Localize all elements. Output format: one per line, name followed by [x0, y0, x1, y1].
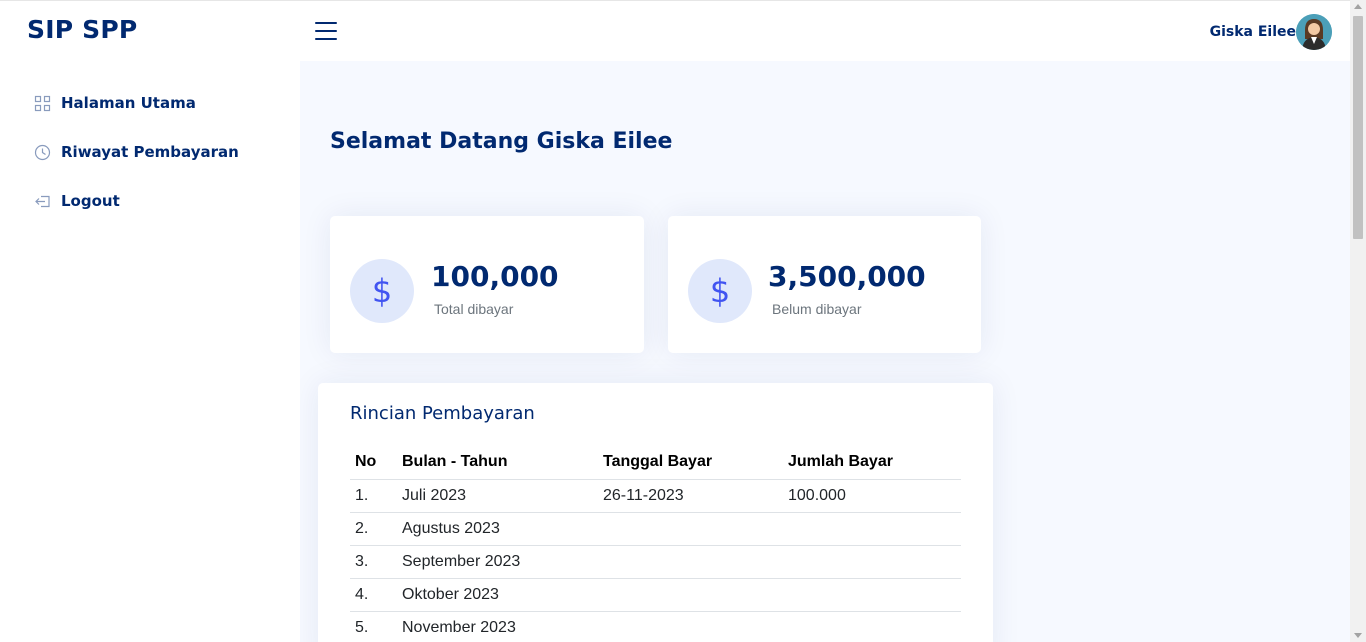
- unpaid-label: Belum dibayar: [772, 301, 862, 317]
- dollar-icon: $: [350, 259, 414, 323]
- page-title: Selamat Datang Giska Eilee: [330, 129, 673, 154]
- table-cell: [598, 578, 783, 612]
- payment-table: No Bulan - Tahun Tanggal Bayar Jumlah Ba…: [350, 446, 961, 642]
- payment-details-card: Rincian Pembayaran No Bulan - Tahun Tang…: [318, 383, 993, 642]
- scroll-up-icon[interactable]: [1354, 4, 1362, 9]
- main-content: Selamat Datang Giska Eilee $ 100,000 Tot…: [300, 61, 1350, 642]
- total-paid-card: $ 100,000 Total dibayar: [330, 216, 644, 353]
- total-paid-label: Total dibayar: [434, 301, 514, 317]
- menu-toggle-icon[interactable]: [315, 22, 337, 42]
- table-cell: 4.: [350, 578, 397, 612]
- table-cell: [783, 578, 961, 612]
- table-cell: 26-11-2023: [598, 479, 783, 513]
- top-header: SIP SPP Giska Eilee: [0, 0, 1350, 61]
- unpaid-value: 3,500,000: [768, 260, 926, 293]
- table-cell: Agustus 2023: [397, 512, 598, 546]
- sidebar-item-riwayat-pembayaran[interactable]: Riwayat Pembayaran: [34, 139, 239, 165]
- table-cell: Juli 2023: [397, 479, 598, 513]
- table-header-row: No Bulan - Tahun Tanggal Bayar Jumlah Ba…: [350, 446, 961, 480]
- table-cell: [598, 545, 783, 579]
- dollar-icon: $: [688, 259, 752, 323]
- clock-icon: [34, 144, 51, 161]
- sidebar-item-logout[interactable]: Logout: [34, 188, 120, 214]
- user-name: Giska Eilee: [1209, 24, 1296, 40]
- table-cell: [783, 545, 961, 579]
- payment-details-title: Rincian Pembayaran: [350, 403, 535, 424]
- sidebar: Halaman Utama Riwayat Pembayaran Logout: [0, 61, 300, 642]
- table-cell: [783, 611, 961, 642]
- avatar: [1296, 14, 1332, 50]
- column-header: Jumlah Bayar: [783, 446, 961, 480]
- unpaid-card: $ 3,500,000 Belum dibayar: [668, 216, 981, 353]
- column-header: Tanggal Bayar: [598, 446, 783, 480]
- table-cell: September 2023: [397, 545, 598, 579]
- table-row: 4. Oktober 2023: [350, 578, 961, 612]
- table-row: 1. Juli 2023 26-11-2023 100.000: [350, 479, 961, 513]
- table-row: 3. September 2023: [350, 545, 961, 579]
- user-profile[interactable]: Giska Eilee: [1210, 13, 1332, 51]
- table-cell: [598, 512, 783, 546]
- grid-icon: [34, 95, 51, 112]
- scrollbar-thumb[interactable]: [1353, 16, 1363, 239]
- total-paid-value: 100,000: [431, 260, 559, 293]
- logout-icon: [34, 193, 51, 210]
- table-cell: Oktober 2023: [397, 578, 598, 612]
- table-cell: 2.: [350, 512, 397, 546]
- column-header: Bulan - Tahun: [397, 446, 598, 480]
- sidebar-item-label: Logout: [61, 192, 120, 210]
- table-cell: 3.: [350, 545, 397, 579]
- sidebar-item-label: Halaman Utama: [61, 94, 196, 112]
- table-cell: November 2023: [397, 611, 598, 642]
- table-cell: 5.: [350, 611, 397, 642]
- table-row: 5. November 2023: [350, 611, 961, 642]
- column-header: No: [350, 446, 397, 480]
- table-cell: [598, 611, 783, 642]
- table-row: 2. Agustus 2023: [350, 512, 961, 546]
- sidebar-item-label: Riwayat Pembayaran: [61, 143, 239, 161]
- table-cell: 100.000: [783, 479, 961, 513]
- table-cell: [783, 512, 961, 546]
- app-logo[interactable]: SIP SPP: [27, 15, 137, 44]
- sidebar-item-halaman-utama[interactable]: Halaman Utama: [34, 90, 196, 116]
- scroll-down-icon[interactable]: [1354, 633, 1362, 638]
- table-cell: 1.: [350, 479, 397, 513]
- vertical-scrollbar[interactable]: [1350, 0, 1366, 642]
